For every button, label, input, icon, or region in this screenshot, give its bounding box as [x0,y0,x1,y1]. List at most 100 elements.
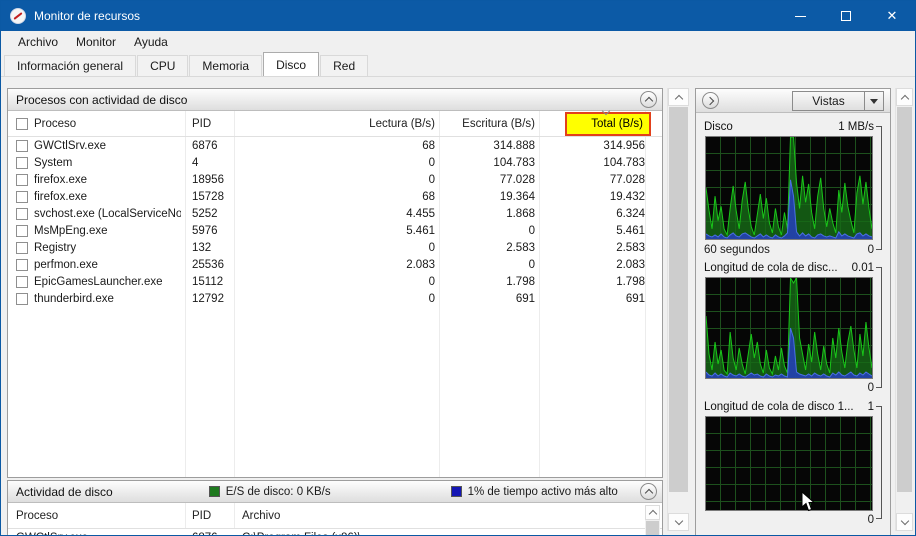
scroll-down-button[interactable] [896,513,913,531]
processes-panel-title: Procesos con actividad de disco [16,92,188,107]
scrollbar-thumb[interactable] [669,107,688,492]
chart-queue1-bottomrow: 0 [704,512,874,527]
scale-bracket [876,406,882,519]
tab-red[interactable]: Red [320,55,369,76]
chevron-up-icon [648,509,657,518]
col-escritura[interactable]: Escritura (B/s) [398,111,535,137]
window-title: Monitor de recursos [34,9,141,23]
process-row[interactable]: Registry 132 0 2.583 2.583 [8,239,662,256]
chevron-up-icon [644,488,653,498]
blue-swatch-icon [450,486,462,497]
disk-activity-panel: Actividad de disco E/S de disco: 0 KB/s … [7,480,663,536]
process-row[interactable]: System 4 0 104.783 104.783 [8,154,662,171]
legend-active-time: 1% de tiempo activo más alto [450,485,618,498]
process-row[interactable]: svchost.exe (LocalServiceNo... 5252 4.45… [8,205,662,222]
legend-active-time-label: 1% de tiempo activo más alto [467,485,618,498]
chart-queue [705,277,873,379]
activity-partial-row[interactable]: GWCtlSrv.exe 6876 C:\Program Files (x86)… [8,529,662,536]
row-checkbox[interactable] [16,139,28,152]
tab-disco[interactable]: Disco [263,52,320,76]
process-row[interactable]: firefox.exe 18956 0 77.028 77.028 [8,171,662,188]
select-all-checkbox[interactable] [16,118,28,130]
process-row[interactable]: MsMpEng.exe 5976 5.461 0 5.461 [8,222,662,239]
mouse-cursor [801,491,816,512]
tab-bar: Información general CPU Memoria Disco Re… [1,52,915,77]
scale-bracket [876,267,882,388]
maximize-icon [841,11,851,21]
processes-column-header-row: Proceso PID Lectura (B/s) Escritura (B/s… [8,106,662,137]
tab-informacion-general[interactable]: Información general [4,55,137,76]
chart-disco [705,136,873,240]
scrollbar-thumb[interactable] [897,107,912,492]
processes-disk-panel: Procesos con actividad de disco Proceso … [7,88,663,478]
chart-queue1 [705,416,873,511]
col-act-archivo[interactable]: Archivo [242,503,542,529]
chart-disco-labelrow: Disco 1 MB/s [704,119,874,134]
col-proceso[interactable]: Proceso [16,111,181,137]
chart-disco-xlabel: 60 segundos [704,243,770,256]
activity-panel-header: Actividad de disco E/S de disco: 0 KB/s … [8,481,662,503]
minimize-button[interactable] [777,1,823,31]
scroll-up-button[interactable] [668,88,689,106]
process-row[interactable]: GWCtlSrv.exe 6876 68 314.888 314.956 [8,137,662,154]
scroll-up-button[interactable] [896,88,913,106]
chart-disco-bottomrow: 60 segundos 0 [704,242,874,257]
row-checkbox[interactable] [16,258,28,271]
main-vertical-scrollbar[interactable] [667,88,689,531]
chevron-right-icon [705,96,714,105]
sidebar-top-bar: Vistas [696,89,890,113]
activity-panel-title: Actividad de disco [16,484,113,499]
menu-archivo[interactable]: Archivo [9,33,67,51]
legend-disk-io: E/S de disco: 0 KB/s [208,486,331,498]
chevron-up-icon [674,94,683,103]
tab-cpu[interactable]: CPU [137,55,189,76]
sidebar-vertical-scrollbar[interactable] [895,88,913,531]
processes-table-body: GWCtlSrv.exe 6876 68 314.888 314.956 Sys… [8,137,662,477]
minimize-icon [794,15,806,17]
process-row[interactable]: thunderbird.exe 12792 0 691 691 [8,290,662,307]
row-checkbox[interactable] [16,207,28,220]
tab-memoria[interactable]: Memoria [189,55,263,76]
maximize-button[interactable] [823,1,869,31]
processes-panel-header: Procesos con actividad de disco [8,89,662,111]
row-checkbox[interactable] [16,275,28,288]
chart-queue1-labelrow: Longitud de cola de disco 1... 1 [704,399,874,414]
close-button[interactable]: ✕ [869,1,915,31]
row-checkbox[interactable] [16,190,28,203]
activity-column-header-row: Proceso PID Archivo [8,503,662,535]
chevron-down-icon [900,516,909,526]
col-act-proceso[interactable]: Proceso [16,503,181,529]
row-checkbox[interactable] [16,173,28,186]
views-split-button[interactable]: Vistas [792,91,884,111]
activity-collapse-button[interactable] [640,483,657,500]
chart-queue1-title: Longitud de cola de disco 1... [704,400,854,413]
views-dropdown-button[interactable] [864,92,883,110]
col-pid[interactable]: PID [192,111,232,137]
row-checkbox[interactable] [16,156,28,169]
processes-collapse-button[interactable] [640,91,657,108]
menu-monitor[interactable]: Monitor [67,33,125,51]
process-row[interactable]: firefox.exe 15728 68 19.364 19.432 [8,188,662,205]
row-checkbox[interactable] [16,241,28,254]
process-row[interactable]: perfmon.exe 25536 2.083 0 2.083 [8,256,662,273]
green-swatch-icon [208,486,220,497]
scroll-up-button[interactable] [645,505,660,520]
process-row[interactable]: EpicGamesLauncher.exe 15112 0 1.798 1.79… [8,273,662,290]
menu-bar: Archivo Monitor Ayuda [1,31,915,53]
scroll-down-button[interactable] [668,513,689,531]
sidebar-expand-button[interactable] [702,92,719,109]
col-total-highlighted[interactable]: Total (B/s) [565,112,651,136]
chevron-up-icon [900,94,909,103]
resource-monitor-window: Monitor de recursos ✕ Archivo Monitor Ay… [0,0,916,536]
title-bar: Monitor de recursos ✕ [1,1,915,31]
row-checkbox[interactable] [16,292,28,305]
row-checkbox[interactable] [16,224,28,237]
chart-queue1-scale-bottom: 0 [867,513,874,526]
app-icon [10,8,26,24]
close-icon: ✕ [886,8,898,23]
views-button-label[interactable]: Vistas [793,92,864,110]
chart-queue-bottomrow: 0 [704,380,874,395]
chart-disco-scale-top: 1 MB/s [838,120,874,133]
col-act-pid[interactable]: PID [192,503,232,529]
menu-ayuda[interactable]: Ayuda [125,33,177,51]
